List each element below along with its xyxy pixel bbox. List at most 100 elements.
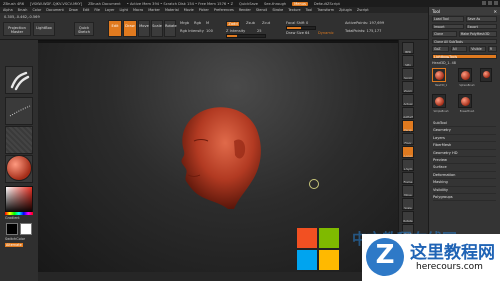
menu-layer[interactable]: Layer	[105, 8, 114, 12]
m-button[interactable]: M	[206, 21, 209, 25]
close-icon[interactable]	[494, 1, 498, 5]
menu-alpha[interactable]: Alpha	[3, 8, 13, 12]
switch-color-button[interactable]: SwitchColor	[5, 237, 25, 241]
section-masking[interactable]: Masking	[433, 179, 496, 187]
menu-stencil[interactable]: Stencil	[256, 8, 267, 12]
scroll-button[interactable]: Scroll	[402, 68, 414, 80]
save-as-button[interactable]: Save As	[465, 16, 497, 22]
tool-tile-simplebrush[interactable]: SimpleBrush	[432, 94, 449, 113]
alpha-thumbnail[interactable]	[5, 126, 33, 154]
maximize-icon[interactable]	[488, 1, 492, 5]
lightbox-button[interactable]: LightBox	[33, 22, 55, 36]
section-geometry[interactable]: Geometry	[433, 127, 496, 135]
menus-button[interactable]: Menus	[292, 1, 308, 6]
clone-all-subtools-button[interactable]: Clone All SubTools	[432, 38, 497, 44]
tool-tile-alphabrush[interactable]	[480, 68, 492, 82]
scale-button[interactable]: Scale	[151, 20, 163, 37]
tool-tile-eraserbrush[interactable]: EraserBrush	[458, 94, 474, 113]
menu-draw[interactable]: Draw	[69, 8, 78, 12]
menu-document[interactable]: Document	[46, 8, 64, 12]
aahalf-button[interactable]: AAHalf	[402, 107, 414, 119]
menu-edit[interactable]: Edit	[83, 8, 90, 12]
secondary-color-swatch[interactable]	[20, 223, 32, 235]
export-button[interactable]: Export	[465, 23, 497, 29]
menu-color[interactable]: Color	[32, 8, 41, 12]
goz-button[interactable]: GoZ	[432, 46, 449, 52]
menu-macro[interactable]: Macro	[133, 8, 143, 12]
canvas-viewport[interactable]	[38, 40, 398, 272]
menu-picker[interactable]: Picker	[199, 8, 209, 12]
palette-close-icon[interactable]: ✕	[493, 9, 497, 14]
menu-zplugin[interactable]: Zplugin	[339, 8, 352, 12]
spix-button[interactable]: SPix	[402, 55, 414, 67]
main-color-swatch[interactable]	[6, 223, 18, 235]
section-preview[interactable]: Preview	[433, 157, 496, 165]
section-geometry-hd[interactable]: Geometry HD	[433, 150, 496, 157]
frame-button[interactable]: Frame	[402, 172, 414, 184]
menu-marker[interactable]: Marker	[148, 8, 160, 12]
menu-zscript[interactable]: Zscript	[357, 8, 369, 12]
menu-render[interactable]: Render	[239, 8, 251, 12]
alternate-button[interactable]: Alternate	[5, 243, 23, 247]
menu-texture[interactable]: Texture	[288, 8, 300, 12]
default-zscript-button[interactable]: DefaultZScript	[314, 2, 340, 6]
section-deformation[interactable]: Deformation	[433, 172, 496, 180]
menu-light[interactable]: Light	[119, 8, 127, 12]
move-button[interactable]: Move	[138, 20, 150, 37]
draw-button[interactable]: Draw	[123, 20, 137, 37]
material-thumbnail[interactable]	[6, 155, 32, 181]
load-tool-button[interactable]: Load Tool	[432, 16, 464, 22]
edit-button[interactable]: Edit	[108, 20, 122, 37]
brush-thumbnail[interactable]	[5, 66, 33, 94]
tool-tile-head[interactable]: Head3D_1	[432, 68, 447, 87]
rotate-view-button[interactable]: Rotate	[402, 211, 414, 223]
mrgb-button[interactable]: Mrgb	[180, 21, 189, 25]
projection-master-button[interactable]: Projection Master	[3, 22, 31, 36]
menu-transform[interactable]: Transform	[317, 8, 334, 12]
focal-shift-slider[interactable]	[286, 26, 316, 30]
actual-button[interactable]: Actual	[402, 94, 414, 106]
persp-button[interactable]: Persp	[402, 120, 414, 132]
menu-movie[interactable]: Movie	[184, 8, 194, 12]
make-polymesh-button[interactable]: Make PolyMesh3D	[458, 31, 497, 37]
menu-brush[interactable]: Brush	[18, 8, 28, 12]
color-picker[interactable]	[5, 186, 33, 214]
scale-view-button[interactable]: Scale	[402, 198, 414, 210]
see-through-slider[interactable]: See-through	[264, 2, 286, 6]
rgb-button[interactable]: Rgb	[194, 21, 201, 25]
stroke-thumbnail[interactable]	[5, 97, 33, 125]
section-visibility[interactable]: Visibility	[433, 187, 496, 194]
quicksave-button[interactable]: QuickSave	[239, 2, 258, 6]
z-intensity-slider[interactable]	[226, 34, 266, 38]
menu-preferences[interactable]: Preferences	[214, 8, 234, 12]
import-button[interactable]: Import	[432, 23, 464, 29]
quick-sketch-button[interactable]: Quick Sketch	[74, 22, 94, 36]
local-button[interactable]: Local	[402, 146, 414, 158]
visible-button[interactable]: Visible	[469, 46, 486, 52]
tool-palette-header[interactable]: Tool ✕	[429, 7, 500, 15]
section-layers[interactable]: Layers	[433, 135, 496, 143]
section-subtool[interactable]: SubTool	[433, 120, 496, 128]
tool-tile-spherebrush[interactable]: SphereBrush	[458, 68, 475, 87]
menu-material[interactable]: Material	[165, 8, 179, 12]
section-fibermesh[interactable]: FiberMesh	[433, 142, 496, 150]
zcut-button[interactable]: Zcut	[262, 21, 270, 25]
section-polygroups[interactable]: Polygroups	[433, 194, 496, 202]
zoom-button[interactable]: Zoom	[402, 81, 414, 93]
gradient-label[interactable]: Gradient	[5, 216, 20, 220]
zadd-button[interactable]: Zadd	[226, 21, 240, 27]
minimize-icon[interactable]	[482, 1, 486, 5]
menu-stroke[interactable]: Stroke	[272, 8, 283, 12]
clone-button[interactable]: Clone	[432, 31, 457, 37]
zsub-button[interactable]: Zsub	[246, 21, 255, 25]
menu-file[interactable]: File	[94, 8, 100, 12]
bpr-button[interactable]: BPR	[402, 42, 414, 54]
lsym-button[interactable]: L.Sym	[402, 159, 414, 171]
dynamic-toggle[interactable]: Dynamic	[318, 31, 334, 35]
r-button[interactable]: R	[487, 46, 497, 52]
section-surface[interactable]: Surface	[433, 164, 496, 172]
rotate-button[interactable]: Rotate	[164, 20, 177, 37]
all-button[interactable]: All	[450, 46, 468, 52]
lightbox-tools-button[interactable]: Lightbox▸Tools	[432, 53, 497, 59]
floor-button[interactable]: Floor	[402, 133, 414, 145]
